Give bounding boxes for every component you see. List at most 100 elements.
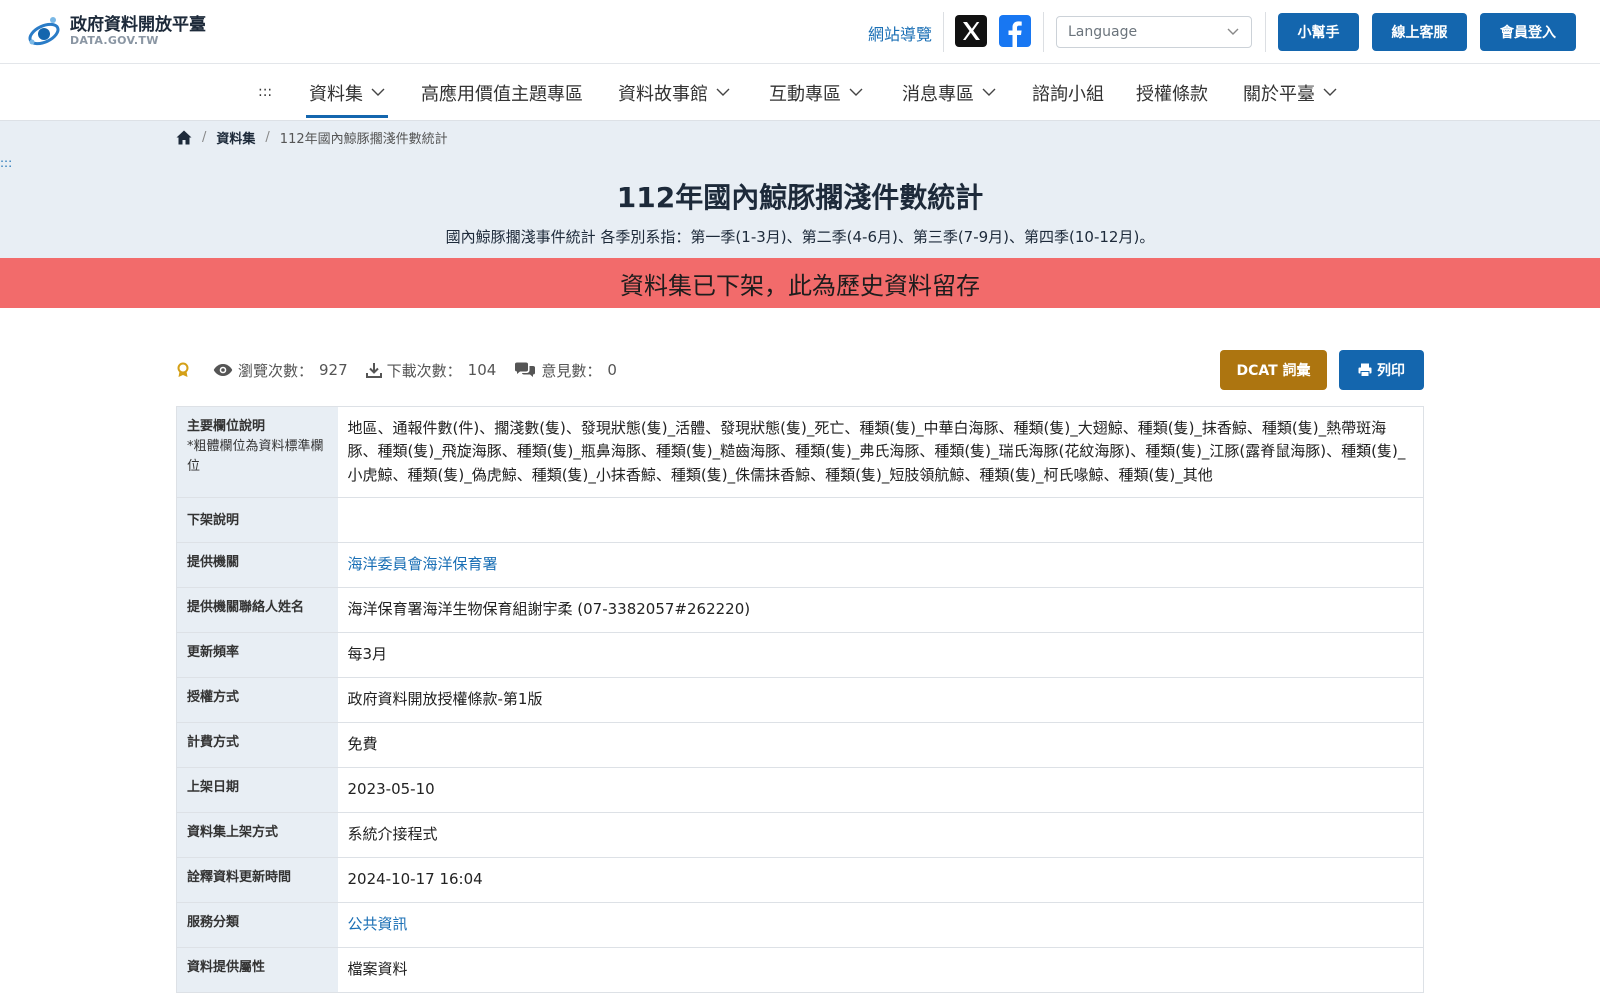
nav-item-datasets[interactable]: 資料集 [306,64,388,121]
table-row: 更新頻率 每3月 [176,631,1424,678]
main-nav: ::: 資料集 高應用價值主題專區 資料故事館 互動專區 消息專區 諮詢小組 授… [0,64,1600,121]
nav-item-data-stories[interactable]: 資料故事館 [618,64,730,121]
views-label: 瀏覽次數： [238,361,314,380]
row-value [337,496,1424,543]
nav-item-advisory[interactable]: 諮詢小組 [1032,64,1104,121]
download-icon [365,363,382,378]
page-header: / 資料集 / 112年國內鯨豚擱淺件數統計 ::: 112年國內鯨豚擱淺件數統… [0,121,1600,258]
comments-icon [515,362,536,377]
dataset-info-table: 主要欄位說明 *粗體欄位為資料標準欄位 地區、通報件數(件)、擱淺數(隻)、發現… [176,406,1424,993]
row-label: 詮釋資料更新時間 [176,856,338,903]
row-label: 上架日期 [176,766,338,813]
nav-item-label: 高應用價值主題專區 [421,83,583,105]
nav-accesskey[interactable]: ::: [258,84,272,100]
chevron-down-icon [716,88,730,96]
nav-item-label: 消息專區 [902,83,974,105]
row-label: 服務分類 [176,901,338,948]
top-header: 政府資料開放平臺 DATA.GOV.TW 網站導覽 Language 小幫手 線… [0,0,1600,64]
table-row: 資料提供屬性 檔案資料 [176,946,1424,993]
row-value: 海洋委員會海洋保育署 [337,541,1424,588]
chevron-down-icon [982,88,996,96]
nav-item-license[interactable]: 授權條款 [1136,64,1208,121]
downloads-stat: 下載次數： 104 [365,360,497,381]
service-category-link[interactable]: 公共資訊 [348,915,408,933]
row-label: 授權方式 [176,676,338,723]
table-row: 提供機關 海洋委員會海洋保育署 [176,541,1424,588]
nav-item-news[interactable]: 消息專區 [902,64,996,121]
row-label: 主要欄位說明 *粗體欄位為資料標準欄位 [176,406,338,498]
breadcrumb-current: 112年國內鯨豚擱淺件數統計 [279,132,448,147]
dataset-stats: 瀏覽次數： 927 下載次數： 104 意見數： 0 [176,358,635,382]
table-row: 授權方式 政府資料開放授權條款-第1版 [176,676,1424,723]
views-count: 927 [319,361,348,379]
row-label: 提供機關 [176,541,338,588]
badge-icon [177,362,189,377]
page-title: 112年國內鯨豚擱淺件數統計 [616,181,984,214]
alert-text: 資料集已下架，此為歷史資料留存 [620,271,980,300]
printer-icon [1358,363,1372,377]
row-value: 政府資料開放授權條款-第1版 [337,676,1424,723]
delisted-alert: 資料集已下架，此為歷史資料留存 [0,258,1600,308]
chevron-down-icon [849,88,863,96]
table-row: 下架說明 [176,496,1424,543]
language-select[interactable]: Language [1056,16,1252,48]
nav-item-label: 諮詢小組 [1032,83,1104,105]
row-value: 海洋保育署海洋生物保育組謝宇柔 (07-3382057#262220) [337,586,1424,633]
nav-item-label: 互動專區 [769,83,841,105]
help-button[interactable]: 小幫手 [1278,13,1359,51]
x-share-icon[interactable] [955,15,987,47]
row-value: 檔案資料 [337,946,1424,993]
fields-value: 地區、通報件數(件)、擱淺數(隻)、發現狀態(隻)_活體、發現狀態(隻)_死亡、… [337,406,1424,498]
site-logo[interactable]: 政府資料開放平臺 DATA.GOV.TW [24,12,214,52]
row-label: 提供機關聯絡人姓名 [176,586,338,633]
chevron-down-icon [1323,88,1337,96]
row-value: 2023-05-10 [337,766,1424,813]
content-accesskey[interactable]: ::: [0,156,12,170]
breadcrumb-separator: / [265,130,270,145]
nav-item-about[interactable]: 關於平臺 [1243,64,1337,121]
nav-item-label: 資料故事館 [618,83,708,105]
downloads-count: 104 [467,361,497,379]
divider [1043,12,1044,52]
facebook-share-icon[interactable] [999,15,1031,47]
nav-item-label: 授權條款 [1136,83,1208,105]
row-label: 下架說明 [176,496,338,543]
logo-subtitle: DATA.GOV.TW [70,34,159,48]
print-label: 列印 [1377,363,1405,379]
comments-stat: 意見數： 0 [514,360,617,381]
badge-stat [176,362,195,378]
row-value: 免費 [337,721,1424,768]
row-label: 資料集上架方式 [176,811,338,858]
nav-item-interactive[interactable]: 互動專區 [769,64,863,121]
views-stat: 瀏覽次數： 927 [213,360,348,381]
breadcrumb-separator: / [202,130,207,145]
table-row: 服務分類 公共資訊 [176,901,1424,948]
online-service-button[interactable]: 線上客服 [1372,13,1467,51]
dcat-button[interactable]: DCAT 詞彙 [1220,350,1327,390]
nav-item-label: 資料集 [309,83,363,105]
nav-item-label: 關於平臺 [1243,83,1315,105]
breadcrumb-datasets[interactable]: 資料集 [216,128,255,147]
table-row: 提供機關聯絡人姓名 海洋保育署海洋生物保育組謝宇柔 (07-3382057#26… [176,586,1424,633]
divider [943,12,944,52]
sitemap-link[interactable]: 網站導覽 [868,21,932,45]
agency-link[interactable]: 海洋委員會海洋保育署 [348,555,498,573]
row-value: 系統介接程式 [337,811,1424,858]
chevron-down-icon [1227,28,1239,35]
print-button[interactable]: 列印 [1339,350,1424,390]
chevron-down-icon [371,88,385,96]
home-icon[interactable] [176,130,192,145]
comments-label: 意見數： [541,361,602,380]
row-value: 每3月 [337,631,1424,678]
logo-title: 政府資料開放平臺 [70,15,206,36]
page-description: 國內鯨豚擱淺事件統計 各季別系指：第一季(1-3月)、第二季(4-6月)、第三季… [445,228,1155,246]
row-value: 2024-10-17 16:04 [337,856,1424,903]
fields-note: *粗體欄位為資料標準欄位 [187,439,324,475]
table-row: 詮釋資料更新時間 2024-10-17 16:04 [176,856,1424,903]
row-label: 資料提供屬性 [176,946,338,993]
language-select-value: Language [1068,24,1138,40]
table-row: 資料集上架方式 系統介接程式 [176,811,1424,858]
breadcrumb: / 資料集 / 112年國內鯨豚擱淺件數統計 [176,128,448,147]
member-login-button[interactable]: 會員登入 [1480,13,1576,51]
nav-item-high-value[interactable]: 高應用價值主題專區 [421,64,583,121]
